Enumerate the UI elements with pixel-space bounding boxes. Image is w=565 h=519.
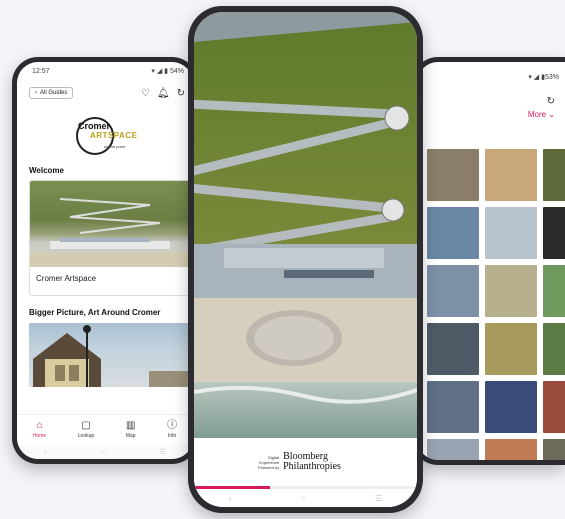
right-phone-screen: ▾ ◢ ▮ 53% ↻ More ⌄ [417,62,565,460]
back-gesture-icon[interactable]: ‹ [44,449,46,456]
all-guides-button[interactable]: ‹ All Guides [29,87,74,99]
loading-progress-bar [194,486,417,489]
artwork-tile[interactable] [543,323,565,375]
artwork-tile[interactable] [485,149,537,201]
aerial-seafront-image [194,12,417,438]
left-phone-screen: 12:57 ▾ ◢ ▮ 54% ‹ All Guides ♡ 🔔︎ ↻ Crom… [17,62,193,459]
section-title-welcome: Welcome [29,166,64,175]
bell-icon[interactable]: 🔔︎ [157,88,170,99]
nav-item-info[interactable]: ⓘ Info [167,420,178,440]
topbar-actions: ♡ 🔔︎ ↻ [141,88,185,99]
artwork-tile[interactable] [427,149,479,201]
android-nav-bar: ‹ ○ ☰ [17,445,193,459]
loading-progress-fill [194,486,270,489]
wifi-icon: ▾ [151,68,155,75]
lookup-icon: ▢ [81,420,91,431]
center-phone: Digital Experience Powered by Bloomberg … [188,6,423,513]
artwork-tile[interactable] [427,439,479,460]
powered-line2: Experience [259,459,280,465]
artwork-tile[interactable] [427,207,479,259]
refresh-icon[interactable]: ↻ [177,88,185,99]
artwork-tile[interactable] [485,265,537,317]
artwork-tile[interactable] [427,265,479,317]
guide-topbar: ‹ All Guides ♡ 🔔︎ ↻ [17,80,193,106]
artwork-tile[interactable] [427,323,479,375]
bigger-picture-card[interactable] [29,323,193,387]
right-status-battery: 53% [544,73,559,81]
cromer-artspace-logo: Cromer ARTSPACE on the prom [74,116,138,155]
nav-label-map: Map [125,433,136,439]
loading-footer: Digital Experience Powered by Bloomberg … [194,438,417,507]
chevron-left-icon: ‹ [35,90,37,96]
logo-text-cromer: Cromer [78,121,111,131]
info-icon: ⓘ [167,420,178,431]
welcome-card-image [30,181,193,267]
artwork-tile[interactable] [485,381,537,433]
more-dropdown[interactable]: More ⌄ [528,110,555,119]
left-phone: 12:57 ▾ ◢ ▮ 54% ‹ All Guides ♡ 🔔︎ ↻ Crom… [12,57,198,464]
nav-label-info: Info [168,433,177,439]
welcome-card-label: Cromer Artspace [36,274,97,283]
logo-text-prom: on the prom [104,144,126,149]
right-phone: ▾ ◢ ▮ 53% ↻ More ⌄ [412,57,565,465]
bottom-nav: ⌂ Home ▢ Lookup ▥ Map ⓘ Info [17,414,193,445]
all-guides-label: All Guides [40,90,68,96]
status-bar: 12:57 ▾ ◢ ▮ 54% [17,62,193,80]
artwork-grid [427,149,565,460]
right-status-icons: ▾ ◢ ▮ [528,74,545,81]
home-icon: ⌂ [36,420,43,431]
center-phone-screen: Digital Experience Powered by Bloomberg … [194,12,417,507]
aerial-photo [194,12,417,438]
status-battery: 54% [169,68,184,75]
artwork-tile[interactable] [427,381,479,433]
status-indicators: ▾ ◢ ▮ 54% [151,67,184,75]
recents-gesture-icon[interactable]: ☰ [160,448,166,456]
map-icon: ▥ [125,420,136,431]
artwork-tile[interactable] [543,265,565,317]
artwork-tile[interactable] [543,207,565,259]
powered-line3: Powered by [258,464,280,470]
nav-label-home: Home [32,433,47,439]
artwork-tile[interactable] [485,439,537,460]
status-time: 12:57 [32,67,50,75]
nav-label-lookup: Lookup [77,433,95,439]
nav-item-lookup[interactable]: ▢ Lookup [77,420,95,440]
center-android-nav-bar: ‹ ○ ☰ [194,494,417,503]
nav-item-home[interactable]: ⌂ Home [32,420,47,440]
powered-by-branding: Digital Experience Powered by Bloomberg … [258,452,341,472]
back-gesture-icon[interactable]: ‹ [229,494,232,503]
refresh-icon[interactable]: ↻ [547,96,555,107]
artwork-tile[interactable] [543,439,565,460]
battery-icon: ▮ [164,68,169,75]
artwork-tile[interactable] [543,149,565,201]
cliff-stairs-image [30,198,193,267]
more-label: More [527,110,547,119]
powered-by-text: Digital Experience Powered by [258,455,279,470]
home-gesture-icon[interactable]: ○ [101,449,105,456]
chevron-down-icon: ⌄ [548,110,555,119]
right-status-bar: ▾ ◢ ▮ 53% [417,68,565,86]
artwork-tile[interactable] [485,323,537,375]
brand-line2: Philanthropies [283,461,341,472]
home-gesture-icon[interactable]: ○ [301,494,306,503]
artwork-tile[interactable] [485,207,537,259]
logo-text-artspace: ARTSPACE [90,131,138,140]
signal-icon: ◢ [156,68,163,75]
welcome-card[interactable]: Cromer Artspace [29,180,193,296]
bloomberg-philanthropies-logo: Bloomberg Philanthropies [283,452,341,472]
nav-item-map[interactable]: ▥ Map [125,420,136,440]
recents-gesture-icon[interactable]: ☰ [375,494,382,503]
section-title-bigger-picture: Bigger Picture, Art Around Cromer [29,308,161,317]
artwork-tile[interactable] [543,381,565,433]
heart-icon[interactable]: ♡ [141,88,150,99]
pavilion-image [33,325,189,387]
